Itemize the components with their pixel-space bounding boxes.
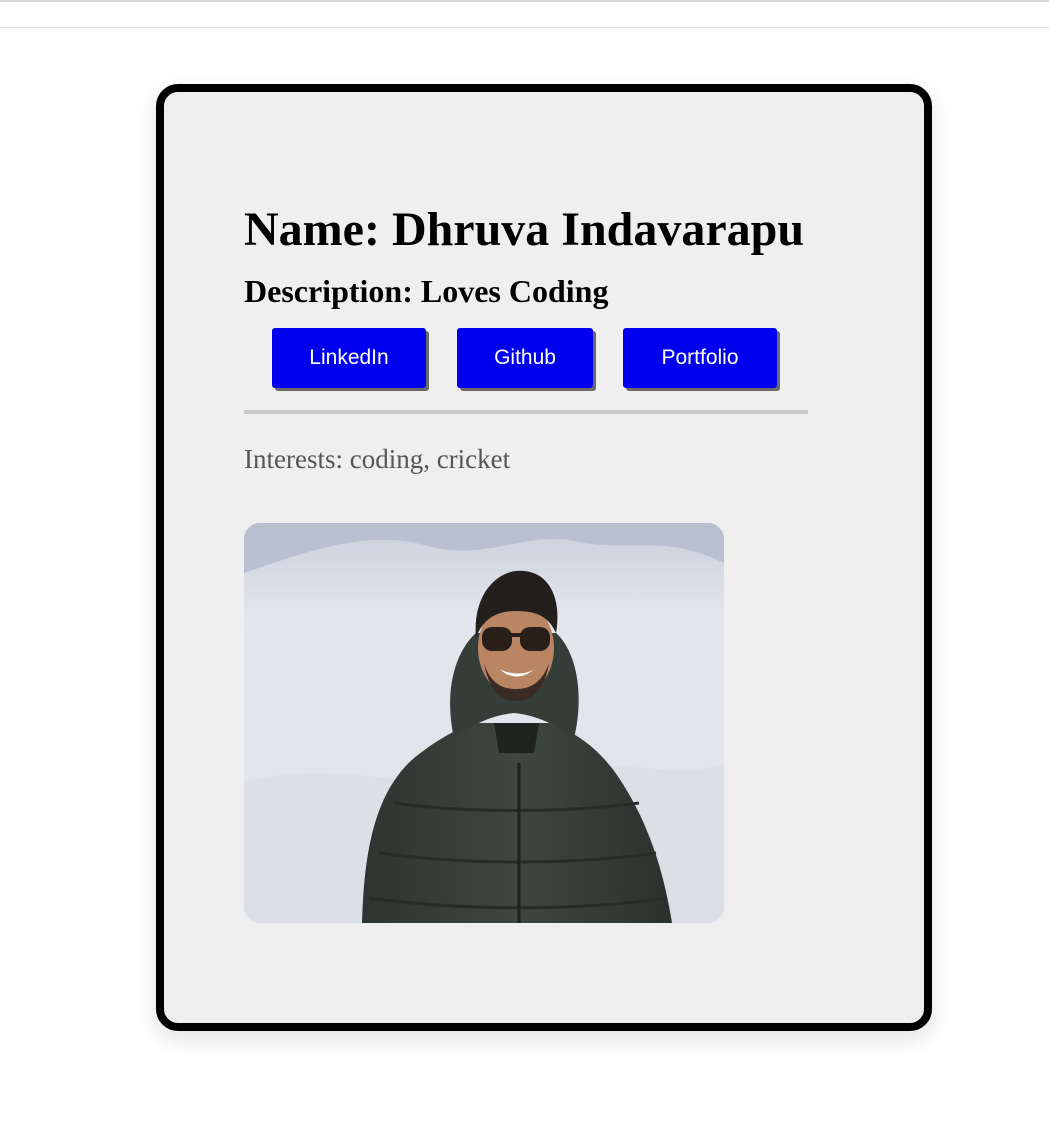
browser-top-bar (0, 0, 1049, 28)
profile-description: Description: Loves Coding (244, 273, 609, 309)
section-divider (244, 410, 808, 414)
portfolio-button[interactable]: Portfolio (623, 328, 777, 388)
social-links: LinkedIn Github Portfolio (244, 328, 808, 390)
profile-interests: Interests: coding, cricket (244, 444, 511, 474)
linkedin-button[interactable]: LinkedIn (272, 328, 426, 388)
github-button[interactable]: Github (457, 328, 593, 388)
profile-card: Name: Dhruva Indavarapu Description: Lov… (156, 84, 932, 1031)
profile-photo-illustration (244, 523, 724, 923)
profile-content: Name: Dhruva Indavarapu Description: Lov… (244, 202, 808, 476)
profile-photo (244, 523, 724, 923)
profile-name: Name: Dhruva Indavarapu (244, 203, 805, 256)
